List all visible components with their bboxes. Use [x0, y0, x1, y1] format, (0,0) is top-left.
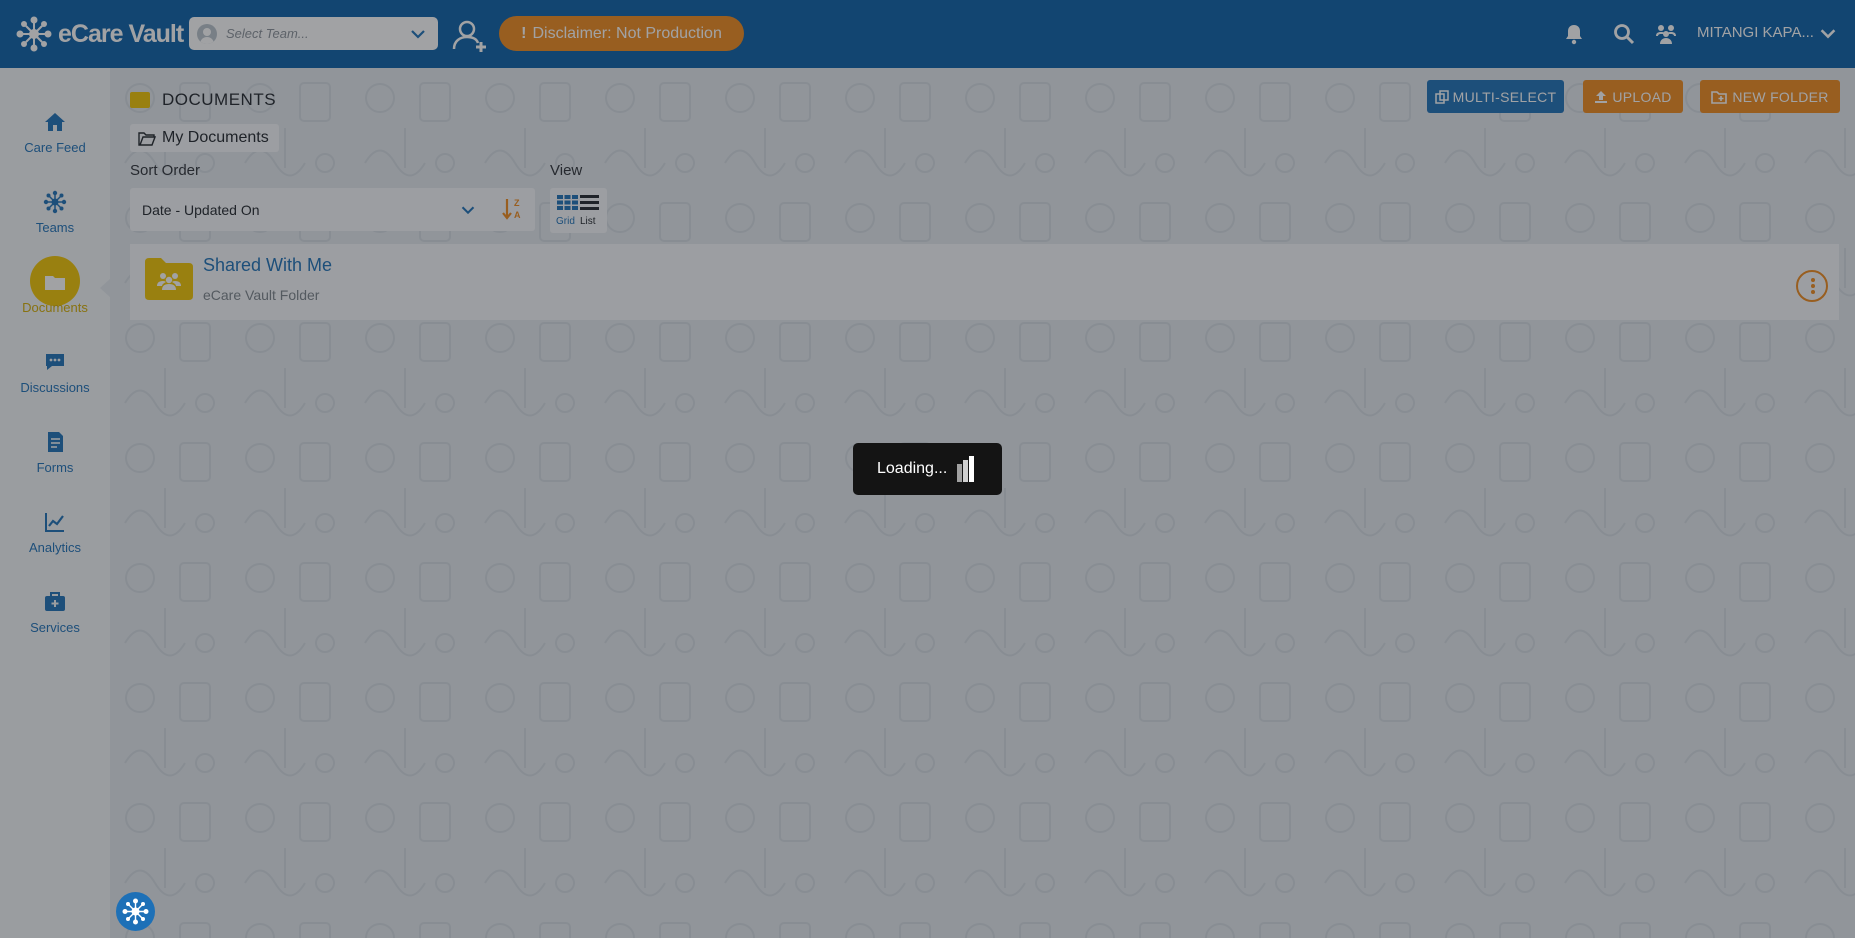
- logo-icon: [122, 898, 149, 925]
- loading-text: Loading...: [877, 460, 948, 477]
- spinner-icon: [957, 456, 979, 482]
- loading-indicator: Loading...: [853, 443, 1002, 495]
- help-button[interactable]: [116, 892, 155, 931]
